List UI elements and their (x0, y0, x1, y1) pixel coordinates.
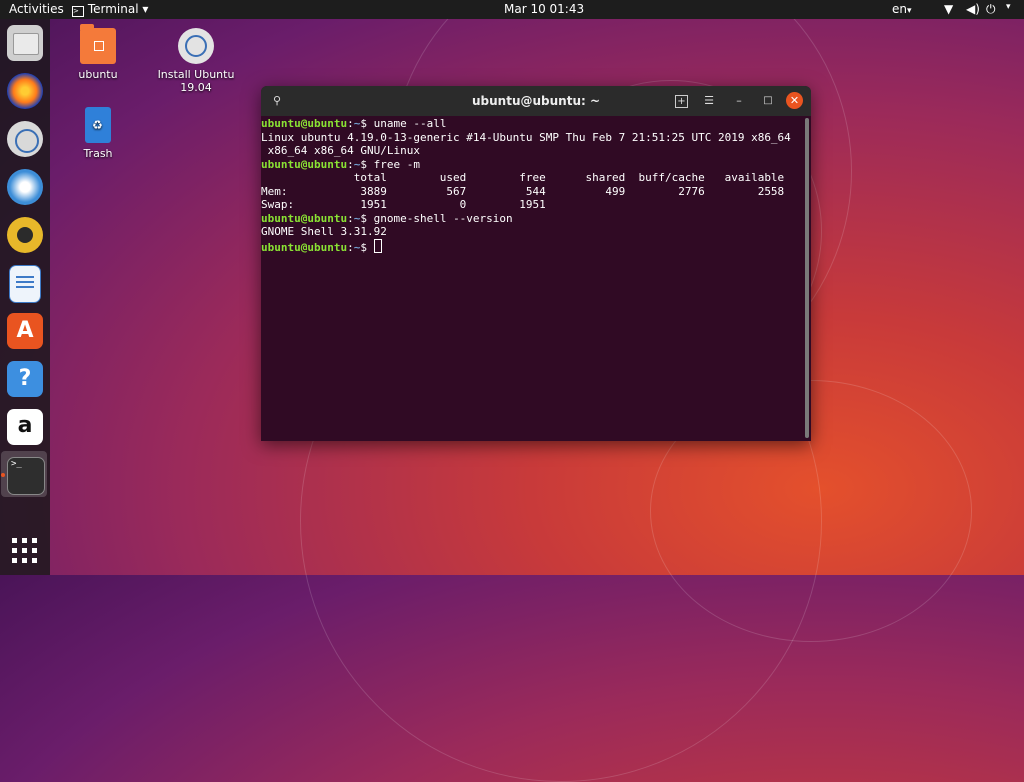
running-indicator (1, 473, 5, 477)
show-applications-icon[interactable] (12, 538, 37, 563)
language-label: en (892, 2, 907, 16)
app-menu-button[interactable]: > Terminal ▾ (72, 2, 148, 17)
terminal-line: Linux ubuntu 4.19.0-13-generic #14-Ubunt… (261, 130, 791, 144)
desktop-icon-label: Install Ubuntu (157, 68, 235, 81)
minimize-icon[interactable]: – (731, 93, 747, 109)
title-bar[interactable]: ⚲ ubuntu@ubuntu: ~ + ☰ – □ ✕ (261, 86, 811, 116)
libreoffice-writer-icon[interactable] (9, 265, 41, 303)
terminal-output[interactable]: ubuntu@ubuntu:~$ uname --all Linux ubunt… (261, 116, 803, 441)
app-menu-label: Terminal (87, 2, 139, 16)
window-title: ubuntu@ubuntu: ~ (471, 94, 601, 108)
text-cursor (373, 238, 382, 253)
top-bar: Activities > Terminal ▾ Mar 10 01:43 en▾… (0, 0, 1024, 19)
home-folder-icon (80, 24, 116, 64)
desktop-icon-label: ubuntu (78, 68, 118, 81)
new-tab-icon[interactable]: + (675, 95, 688, 108)
maximize-icon[interactable]: □ (760, 93, 776, 109)
thunderbird-icon[interactable] (7, 169, 43, 205)
clock[interactable]: Mar 10 01:43 (504, 2, 584, 16)
terminal-line: Swap: 1951 0 1951 (261, 198, 546, 211)
language-indicator[interactable]: en▾ (892, 2, 912, 16)
help-icon[interactable]: ? (7, 361, 43, 397)
close-icon[interactable]: ✕ (786, 92, 803, 109)
installer-icon (178, 28, 214, 64)
power-icon[interactable]: ⏻ (986, 2, 996, 17)
terminal-window[interactable]: ⚲ ubuntu@ubuntu: ~ + ☰ – □ ✕ ubuntu@ubun… (261, 86, 811, 441)
chevron-down-icon: ▾ (907, 6, 912, 16)
terminal-line: Mem: 3889 567 544 499 2776 2558 (261, 184, 785, 198)
software-center-icon[interactable]: A (7, 313, 43, 349)
desktop-icon-home[interactable]: ubuntu (53, 24, 143, 81)
wifi-icon[interactable]: ▼ (944, 2, 953, 16)
terminal-line: ubuntu@ubuntu:~$ uname --all (261, 117, 447, 130)
firefox-icon[interactable] (7, 73, 43, 109)
desktop-icon-install-ubuntu[interactable]: Install Ubuntu 19.04 (151, 28, 241, 94)
hamburger-menu-icon[interactable]: ☰ (701, 93, 717, 109)
terminal-line: GNOME Shell 3.31.92 (261, 225, 387, 238)
volume-icon[interactable]: ◀) (966, 2, 980, 16)
terminal-icon[interactable]: >_ (7, 457, 45, 495)
terminal-line: ubuntu@ubuntu:~$ (261, 238, 803, 254)
rhythmbox-icon[interactable] (7, 217, 43, 253)
terminal-line: ubuntu@ubuntu:~$ gnome-shell --version (261, 211, 513, 225)
scrollbar[interactable] (805, 118, 809, 438)
files-icon[interactable] (7, 25, 43, 61)
install-ubuntu-icon[interactable] (7, 121, 43, 157)
terminal-line: x86_64 x86_64 GNU/Linux (261, 144, 420, 157)
terminal-small-icon: > (72, 6, 84, 17)
chevron-down-icon[interactable]: ▾ (1006, 2, 1011, 12)
desktop-icon-trash[interactable]: ♻ Trash (53, 107, 143, 160)
chevron-down-icon: ▾ (142, 2, 149, 16)
amazon-icon[interactable]: a (7, 409, 43, 445)
terminal-line: total used free shared buff/cache availa… (261, 171, 785, 184)
terminal-line: ubuntu@ubuntu:~$ free -m (261, 157, 420, 171)
activities-button[interactable]: Activities (9, 2, 64, 16)
desktop-icon-label: 19.04 (180, 81, 212, 94)
trash-icon: ♻ (85, 107, 111, 143)
desktop-icon-label: Trash (83, 147, 113, 160)
dock: A ? a >_ (0, 19, 50, 575)
